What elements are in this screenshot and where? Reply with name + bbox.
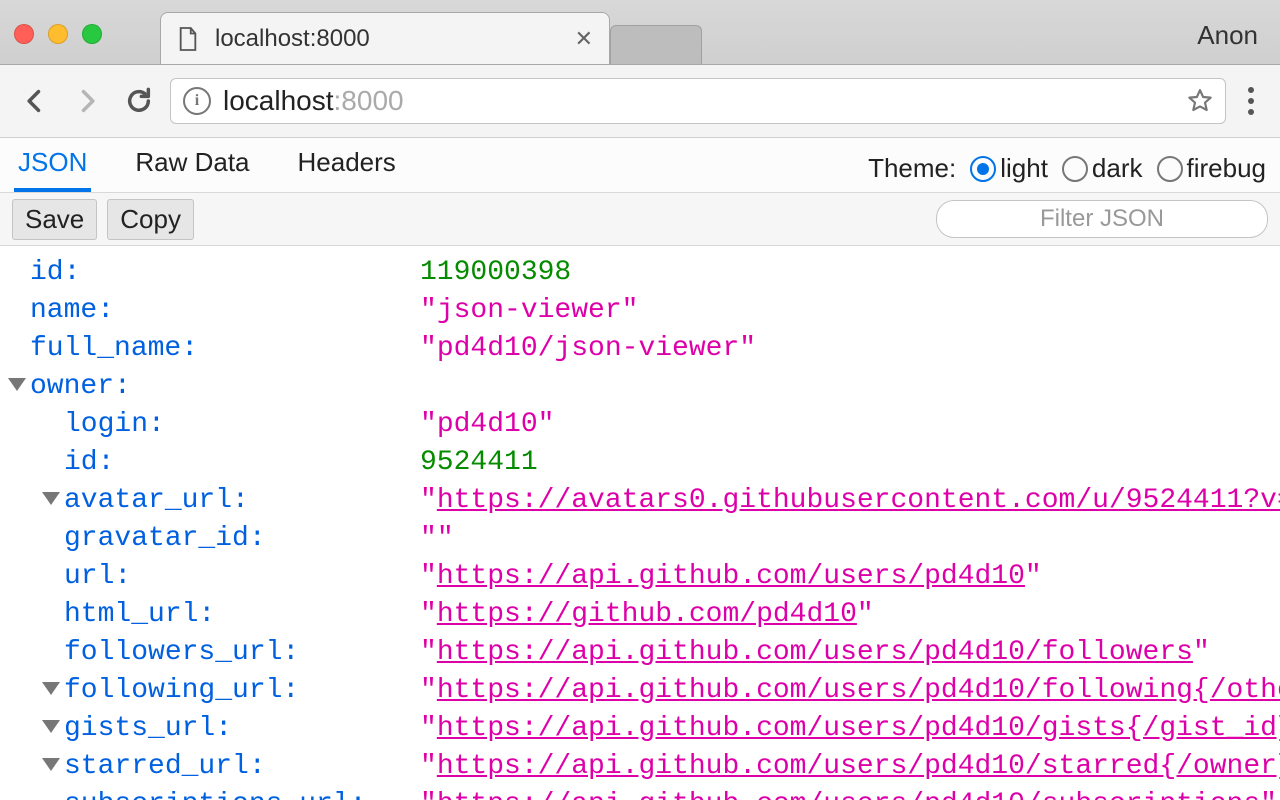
json-value: "pd4d10" — [420, 406, 1280, 444]
json-value[interactable]: "https://avatars0.githubusercontent.com/… — [420, 482, 1280, 520]
expand-toggle-icon[interactable] — [42, 758, 60, 771]
tab-json[interactable]: JSON — [14, 137, 91, 192]
json-value[interactable]: "https://api.github.com/users/pd4d10/fol… — [420, 634, 1280, 672]
json-row: gists_url:"https://api.github.com/users/… — [0, 710, 1280, 748]
theme-option-light[interactable]: light — [970, 153, 1048, 184]
json-value[interactable]: "https://api.github.com/users/pd4d10/gis… — [420, 710, 1280, 748]
expand-toggle-icon[interactable] — [42, 492, 60, 505]
json-key[interactable]: url: — [64, 558, 420, 596]
expand-toggle-icon[interactable] — [8, 378, 26, 391]
json-row: full_name:"pd4d10/json-viewer" — [0, 330, 1280, 368]
expand-toggle-icon[interactable] — [42, 720, 60, 733]
json-value: 9524411 — [420, 444, 1280, 482]
json-key[interactable]: html_url: — [64, 596, 420, 634]
json-value[interactable]: "https://api.github.com/users/pd4d10/fol… — [420, 672, 1280, 710]
filter-placeholder: Filter JSON — [1040, 205, 1164, 233]
theme-label: Theme: — [868, 153, 956, 184]
json-row: avatar_url:"https://avatars0.githubuserc… — [0, 482, 1280, 520]
json-value: "" — [420, 520, 1280, 558]
json-row: following_url:"https://api.github.com/us… — [0, 672, 1280, 710]
profile-label[interactable]: Anon — [1197, 20, 1258, 51]
json-key[interactable]: subscriptions_url: — [64, 786, 420, 800]
radio-icon — [970, 156, 996, 182]
json-key[interactable]: following_url: — [64, 672, 420, 710]
json-value[interactable]: "https://api.github.com/users/pd4d10/sub… — [420, 786, 1280, 800]
json-key[interactable]: id: — [30, 254, 420, 292]
json-key[interactable]: owner: — [30, 368, 420, 406]
window-controls — [14, 24, 102, 44]
forward-button[interactable] — [66, 80, 108, 122]
json-row: followers_url:"https://api.github.com/us… — [0, 634, 1280, 672]
url-text: localhost:8000 — [223, 85, 404, 117]
json-row: name:"json-viewer" — [0, 292, 1280, 330]
json-row: starred_url:"https://api.github.com/user… — [0, 748, 1280, 786]
minimize-window-button[interactable] — [48, 24, 68, 44]
json-value[interactable]: "https://api.github.com/users/pd4d10" — [420, 558, 1280, 596]
filter-input[interactable]: Filter JSON — [936, 200, 1268, 238]
copy-button[interactable]: Copy — [107, 199, 194, 240]
tab-title: localhost:8000 — [215, 25, 559, 53]
json-value: 119000398 — [420, 254, 1280, 292]
theme-option-dark[interactable]: dark — [1062, 153, 1143, 184]
json-row: owner: — [0, 368, 1280, 406]
json-key[interactable]: gists_url: — [64, 710, 420, 748]
expand-toggle-icon[interactable] — [42, 682, 60, 695]
tab-rawdata[interactable]: Raw Data — [131, 137, 253, 192]
json-row: id:9524411 — [0, 444, 1280, 482]
address-bar[interactable]: i localhost:8000 — [170, 78, 1226, 124]
close-window-button[interactable] — [14, 24, 34, 44]
back-button[interactable] — [14, 80, 56, 122]
json-value[interactable]: "https://api.github.com/users/pd4d10/sta… — [420, 748, 1280, 786]
viewer-tabs: JSON Raw Data Headers Theme: light dark … — [0, 138, 1280, 193]
json-row: id:119000398 — [0, 254, 1280, 292]
site-info-icon[interactable]: i — [183, 87, 211, 115]
theme-switcher: Theme: light dark firebug — [868, 153, 1266, 192]
save-button[interactable]: Save — [12, 199, 97, 240]
json-key[interactable]: avatar_url: — [64, 482, 420, 520]
json-row: subscriptions_url:"https://api.github.co… — [0, 786, 1280, 800]
new-tab-button[interactable] — [610, 25, 702, 64]
browser-tab[interactable]: localhost:8000 ✕ — [160, 12, 610, 64]
json-key[interactable]: login: — [64, 406, 420, 444]
menu-button[interactable] — [1236, 87, 1266, 115]
bookmark-star-icon[interactable] — [1187, 88, 1213, 114]
file-icon — [177, 26, 199, 52]
theme-option-firebug[interactable]: firebug — [1157, 153, 1267, 184]
window-titlebar: localhost:8000 ✕ Anon — [0, 0, 1280, 65]
json-row: login:"pd4d10" — [0, 406, 1280, 444]
viewer-actions: Save Copy Filter JSON — [0, 193, 1280, 246]
json-tree: id:119000398name:"json-viewer"full_name:… — [0, 246, 1280, 800]
close-tab-icon[interactable]: ✕ — [575, 26, 593, 52]
json-key[interactable]: starred_url: — [64, 748, 420, 786]
json-value[interactable]: "https://github.com/pd4d10" — [420, 596, 1280, 634]
json-row: url:"https://api.github.com/users/pd4d10… — [0, 558, 1280, 596]
radio-icon — [1157, 156, 1183, 182]
reload-button[interactable] — [118, 80, 160, 122]
json-key[interactable]: gravatar_id: — [64, 520, 420, 558]
json-key[interactable]: name: — [30, 292, 420, 330]
json-key[interactable]: full_name: — [30, 330, 420, 368]
json-value: "json-viewer" — [420, 292, 1280, 330]
radio-icon — [1062, 156, 1088, 182]
maximize-window-button[interactable] — [82, 24, 102, 44]
json-row: html_url:"https://github.com/pd4d10" — [0, 596, 1280, 634]
json-value: "pd4d10/json-viewer" — [420, 330, 1280, 368]
json-key[interactable]: followers_url: — [64, 634, 420, 672]
browser-toolbar: i localhost:8000 — [0, 65, 1280, 138]
json-row: gravatar_id:"" — [0, 520, 1280, 558]
tab-headers[interactable]: Headers — [294, 137, 400, 192]
json-key[interactable]: id: — [64, 444, 420, 482]
